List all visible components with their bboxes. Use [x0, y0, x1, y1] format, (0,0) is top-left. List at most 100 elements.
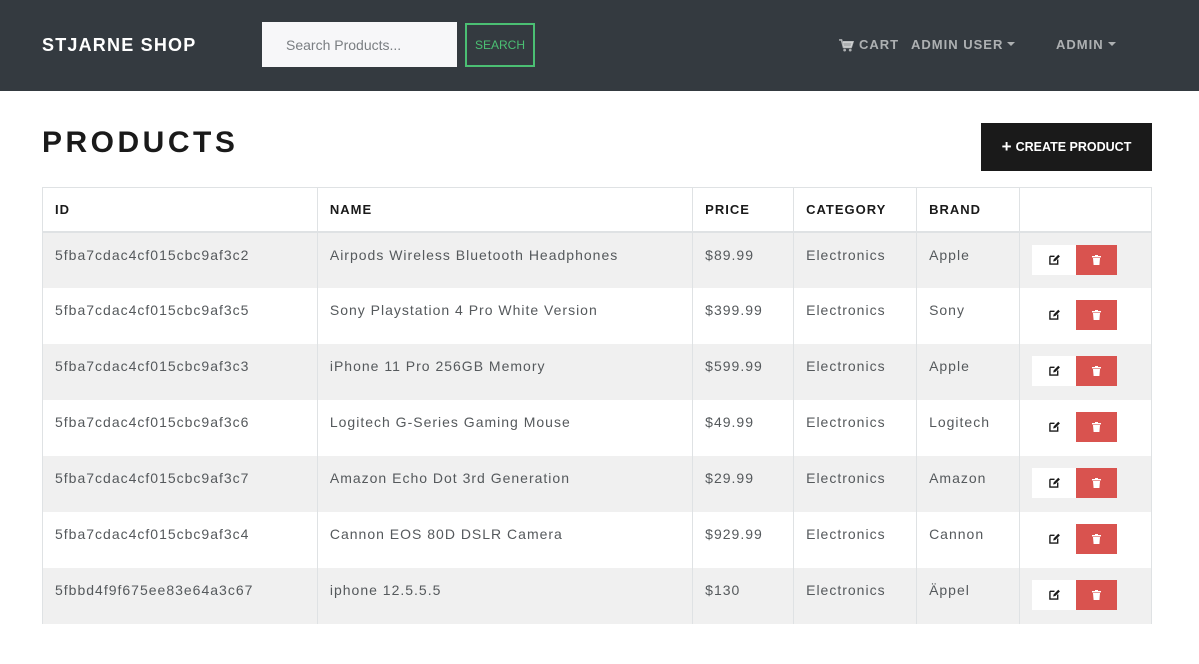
- cell-actions: [1019, 455, 1152, 512]
- table-row: 5fba7cdac4cf015cbc9af3c3 iPhone 11 Pro 25…: [42, 343, 1152, 400]
- cell-brand: Äppel: [916, 567, 1021, 624]
- cell-price: $599.99: [692, 343, 795, 400]
- table-row: 5fba7cdac4cf015cbc9af3c2 Airpods Wireless…: [42, 231, 1152, 288]
- cell-actions: [1019, 399, 1152, 456]
- column-header-brand: BRAND: [916, 187, 1021, 233]
- shopping-cart-icon: [839, 38, 854, 52]
- cell-name: Cannon EOS 80D DSLR Camera: [316, 511, 694, 568]
- delete-button[interactable]: [1076, 467, 1118, 498]
- admin-menu-label: ADMIN: [1056, 37, 1104, 52]
- cell-name: iphone 12.5.5.5: [316, 567, 694, 624]
- cell-id: 5fba7cdac4cf015cbc9af3c5: [42, 287, 318, 344]
- cell-actions: [1019, 287, 1152, 344]
- cell-name: Logitech G-Series Gaming Mouse: [316, 399, 694, 456]
- navbar: STJARNE SHOP SEARCH CART ADMIN USER ADMI…: [0, 0, 1199, 91]
- edit-icon: [1048, 363, 1060, 379]
- user-menu-label: ADMIN USER: [911, 37, 1004, 52]
- edit-button[interactable]: [1032, 411, 1077, 442]
- cart-link[interactable]: CART: [839, 37, 899, 53]
- search-input[interactable]: [262, 22, 457, 67]
- edit-button[interactable]: [1032, 355, 1077, 386]
- delete-button[interactable]: [1076, 355, 1118, 386]
- user-menu-dropdown[interactable]: ADMIN USER: [911, 37, 1016, 53]
- table-row: 5fba7cdac4cf015cbc9af3c4 Cannon EOS 80D D…: [42, 511, 1152, 568]
- cell-price: $29.99: [692, 455, 795, 512]
- cell-brand: Cannon: [916, 511, 1021, 568]
- cell-price: $399.99: [692, 287, 795, 344]
- cell-category: Electronics: [793, 399, 918, 456]
- edit-icon: [1048, 252, 1060, 268]
- table-row: 5fba7cdac4cf015cbc9af3c5 Sony Playstation…: [42, 287, 1152, 344]
- cell-price: $89.99: [692, 231, 795, 288]
- column-header-price: PRICE: [692, 187, 795, 233]
- cell-id: 5fba7cdac4cf015cbc9af3c2: [42, 231, 318, 288]
- edit-button[interactable]: [1032, 467, 1077, 498]
- edit-icon: [1048, 475, 1060, 491]
- cell-id: 5fba7cdac4cf015cbc9af3c6: [42, 399, 318, 456]
- cell-category: Electronics: [793, 567, 918, 624]
- admin-menu-dropdown[interactable]: ADMIN: [1056, 37, 1116, 53]
- cell-price: $49.99: [692, 399, 795, 456]
- plus-icon: +: [1001, 137, 1012, 156]
- cell-actions: [1019, 567, 1152, 624]
- cell-name: Sony Playstation 4 Pro White Version: [316, 287, 694, 344]
- delete-button[interactable]: [1076, 579, 1118, 610]
- cell-id: 5fba7cdac4cf015cbc9af3c7: [42, 455, 318, 512]
- cell-actions: [1019, 511, 1152, 568]
- create-product-label: CREATE PRODUCT: [1015, 140, 1132, 154]
- cell-brand: Apple: [916, 231, 1021, 288]
- cell-category: Electronics: [793, 511, 918, 568]
- table-row: 5fbbd4f9f675ee83e64a3c67 iphone 12.5.5.5 $…: [42, 567, 1152, 624]
- cell-name: Amazon Echo Dot 3rd Generation: [316, 455, 694, 512]
- cell-name: Airpods Wireless Bluetooth Headphones: [316, 231, 694, 288]
- trash-icon: [1092, 307, 1102, 323]
- cell-category: Electronics: [793, 343, 918, 400]
- cell-price: $929.99: [692, 511, 795, 568]
- edit-button[interactable]: [1032, 299, 1077, 330]
- brand-logo[interactable]: STJARNE SHOP: [42, 34, 196, 56]
- cell-brand: Sony: [916, 287, 1021, 344]
- trash-icon: [1092, 252, 1102, 268]
- cell-actions: [1019, 231, 1152, 288]
- cell-id: 5fba7cdac4cf015cbc9af3c4: [42, 511, 318, 568]
- caret-down-icon: [1007, 42, 1016, 46]
- cell-brand: Logitech: [916, 399, 1021, 456]
- page-title: PRODUCTS: [42, 126, 239, 159]
- cell-id: 5fba7cdac4cf015cbc9af3c3: [42, 343, 318, 400]
- trash-icon: [1092, 363, 1102, 379]
- edit-button[interactable]: [1032, 523, 1077, 554]
- column-header-actions: [1019, 187, 1152, 233]
- trash-icon: [1092, 419, 1102, 435]
- edit-button[interactable]: [1032, 244, 1077, 275]
- column-header-category: CATEGORY: [793, 187, 918, 233]
- cell-price: $130: [692, 567, 795, 624]
- cell-actions: [1019, 343, 1152, 400]
- table-row: 5fba7cdac4cf015cbc9af3c6 Logitech G-Serie…: [42, 399, 1152, 456]
- cell-category: Electronics: [793, 455, 918, 512]
- cell-name: iPhone 11 Pro 256GB Memory: [316, 343, 694, 400]
- delete-button[interactable]: [1076, 244, 1118, 275]
- create-product-button[interactable]: + CREATE PRODUCT: [981, 123, 1152, 171]
- search-button[interactable]: SEARCH: [465, 23, 535, 67]
- edit-button[interactable]: [1032, 579, 1077, 610]
- cell-category: Electronics: [793, 287, 918, 344]
- table-row: 5fba7cdac4cf015cbc9af3c7 Amazon Echo Dot …: [42, 455, 1152, 512]
- delete-button[interactable]: [1076, 411, 1118, 442]
- edit-icon: [1048, 419, 1060, 435]
- delete-button[interactable]: [1076, 523, 1118, 554]
- trash-icon: [1092, 531, 1102, 547]
- cell-brand: Apple: [916, 343, 1021, 400]
- products-table: ID NAME PRICE CATEGORY BRAND 5fba7cdac4c…: [42, 187, 1152, 624]
- column-header-name: NAME: [316, 187, 694, 233]
- edit-icon: [1048, 587, 1060, 603]
- delete-button[interactable]: [1076, 299, 1118, 330]
- cell-brand: Amazon: [916, 455, 1021, 512]
- edit-icon: [1048, 307, 1060, 323]
- cell-id: 5fbbd4f9f675ee83e64a3c67: [42, 567, 318, 624]
- edit-icon: [1048, 531, 1060, 547]
- table-header-row: ID NAME PRICE CATEGORY BRAND: [42, 187, 1152, 233]
- cell-category: Electronics: [793, 231, 918, 288]
- trash-icon: [1092, 587, 1102, 603]
- caret-down-icon: [1107, 42, 1116, 46]
- trash-icon: [1092, 475, 1102, 491]
